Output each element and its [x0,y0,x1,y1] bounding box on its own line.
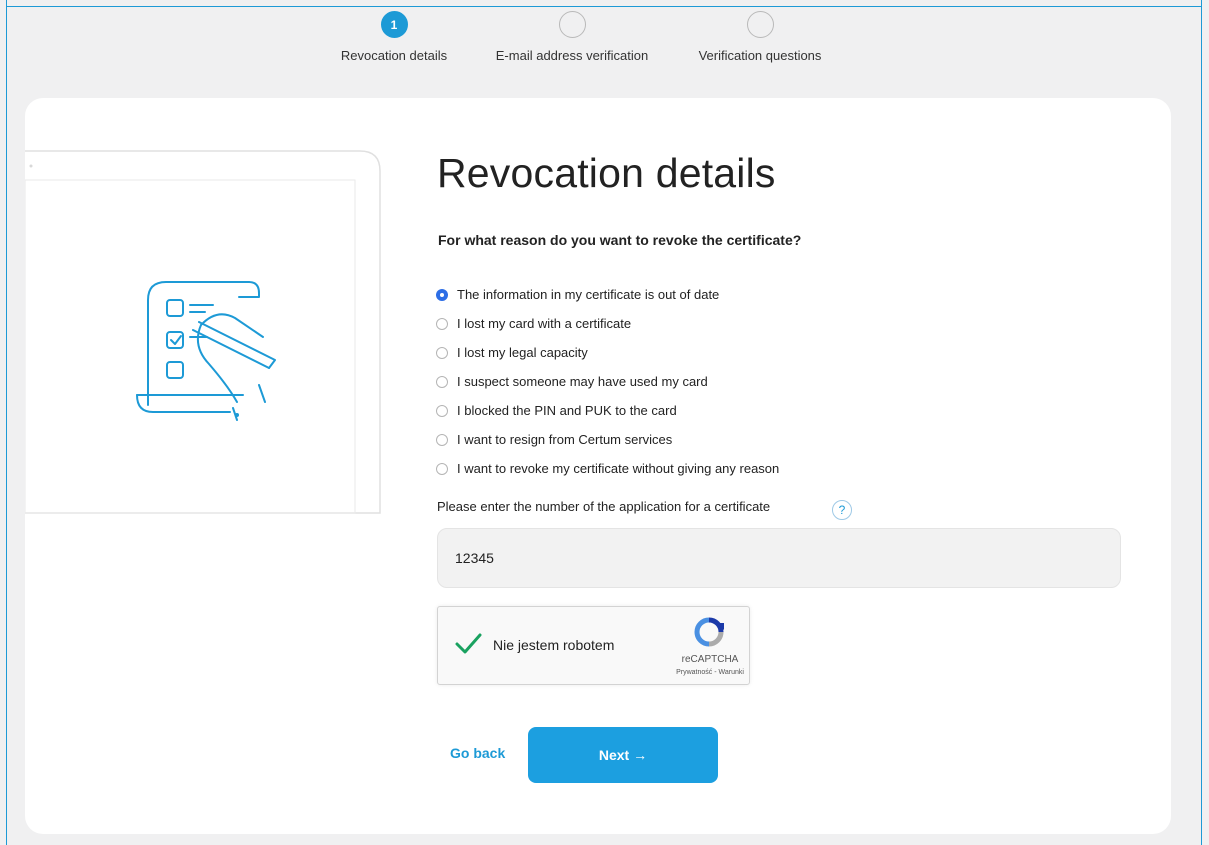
reason-lost-card[interactable]: I lost my card with a certificate [436,309,779,338]
step-3-label: Verification questions [698,48,822,63]
reason-label: I want to revoke my certificate without … [457,461,780,476]
reason-label: I blocked the PIN and PUK to the card [457,403,677,418]
checkmark-icon[interactable] [454,629,482,657]
frame-border-right [1201,0,1202,845]
reason-label: The information in my certificate is out… [457,287,720,302]
radio-button[interactable] [436,317,448,330]
step-1-label: Revocation details [340,48,448,63]
reason-resign-services[interactable]: I want to resign from Certum services [436,425,779,454]
reason-pin-puk-blocked[interactable]: I blocked the PIN and PUK to the card [436,396,779,425]
step-revocation-details: 1 Revocation details [330,11,458,63]
captcha-label: Nie jestem robotem [493,637,615,653]
reason-no-reason[interactable]: I want to revoke my certificate without … [436,454,779,483]
radio-button[interactable] [436,346,448,359]
progress-steps: 1 Revocation details E-mail address veri… [0,11,1209,71]
radio-button[interactable] [436,462,448,475]
go-back-link[interactable]: Go back [450,745,505,761]
reason-label: I lost my card with a certificate [457,316,632,331]
recaptcha-brand: reCAPTCHA [681,654,739,665]
revocation-card: Revocation details For what reason do yo… [25,98,1171,834]
step-3-indicator [746,11,774,38]
application-number-label: Please enter the number of the applicati… [437,499,771,514]
reason-radio-group: The information in my certificate is out… [436,280,779,483]
recaptcha-terms-link[interactable]: Prywatność - Warunki [674,669,746,676]
step-2-label: E-mail address verification [495,48,649,63]
reason-label: I suspect someone may have used my card [457,374,708,389]
step-email-verification: E-mail address verification [482,11,662,63]
reason-card-misused[interactable]: I suspect someone may have used my card [436,367,779,396]
radio-button[interactable] [436,375,448,388]
reason-lost-legal-capacity[interactable]: I lost my legal capacity [436,338,779,367]
frame-border-top [6,6,1202,7]
reason-label: I lost my legal capacity [457,345,588,360]
reason-out-of-date[interactable]: The information in my certificate is out… [436,280,779,309]
recaptcha-logo-icon [694,617,724,647]
step-verification-questions: Verification questions [686,11,834,63]
step-2-indicator [558,11,586,38]
reason-label: I want to resign from Certum services [457,432,673,447]
radio-button[interactable] [436,433,448,446]
next-button[interactable]: Next → [528,727,718,783]
frame-border-left [6,0,7,845]
application-number-input[interactable] [437,528,1121,588]
document-signing-illustration [25,150,381,514]
help-icon[interactable]: ? [832,500,852,520]
step-1-indicator: 1 [380,11,408,38]
radio-button-checked[interactable] [436,288,448,301]
radio-button[interactable] [436,404,448,417]
recaptcha-widget[interactable]: Nie jestem robotem reCAPTCHA Prywatność … [437,606,750,685]
page-title: Revocation details [437,150,776,196]
reason-question: For what reason do you want to revoke th… [438,232,802,248]
